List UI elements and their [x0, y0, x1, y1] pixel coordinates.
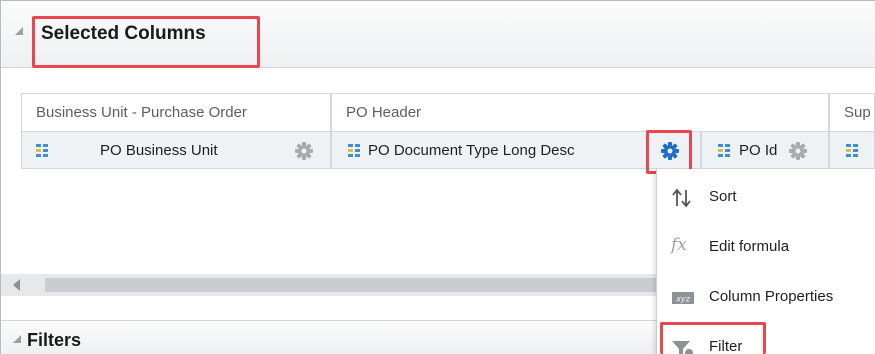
gear-icon[interactable]	[294, 141, 314, 161]
column-drag-icon[interactable]	[348, 144, 360, 157]
highlight-box-filter	[660, 322, 766, 354]
highlight-box-title	[32, 16, 260, 68]
column-supplier-partial[interactable]	[829, 131, 875, 169]
gear-icon[interactable]	[788, 141, 808, 161]
highlight-box-gear	[646, 130, 692, 174]
column-properties-icon: xyz	[672, 292, 694, 304]
menu-item-edit-formula[interactable]: fx Edit formula	[657, 229, 875, 265]
scroll-left-arrow-icon[interactable]	[13, 279, 20, 291]
group-header-supplier: Sup	[829, 93, 875, 131]
group-header-business-unit: Business Unit - Purchase Order	[21, 93, 331, 131]
collapse-triangle-icon[interactable]	[13, 335, 21, 343]
column-label: PO Business Unit	[100, 142, 218, 159]
column-label: PO Id	[739, 142, 778, 159]
column-label: PO Document Type Long Desc	[368, 142, 575, 159]
column-drag-icon[interactable]	[846, 144, 858, 157]
horizontal-scrollbar[interactable]	[1, 274, 661, 296]
menu-item-sort[interactable]: Sort	[657, 179, 875, 215]
column-drag-icon[interactable]	[36, 144, 48, 157]
filters-title: Filters	[27, 330, 82, 350]
collapse-triangle-icon[interactable]	[15, 27, 23, 35]
menu-item-label: Edit formula	[709, 238, 790, 255]
formula-icon: fx	[671, 235, 687, 255]
group-header-po-header: PO Header	[331, 93, 829, 131]
column-po-business-unit[interactable]: PO Business Unit	[21, 131, 331, 169]
column-drag-icon[interactable]	[718, 144, 730, 157]
menu-item-label: Column Properties	[709, 288, 834, 305]
menu-item-column-properties[interactable]: xyz Column Properties	[657, 279, 875, 315]
sort-icon	[672, 188, 691, 208]
column-po-id[interactable]: PO Id	[701, 131, 829, 169]
scrollbar-thumb[interactable]	[45, 278, 661, 292]
svg-text:xyz: xyz	[675, 295, 690, 304]
menu-item-label: Sort	[709, 188, 737, 205]
